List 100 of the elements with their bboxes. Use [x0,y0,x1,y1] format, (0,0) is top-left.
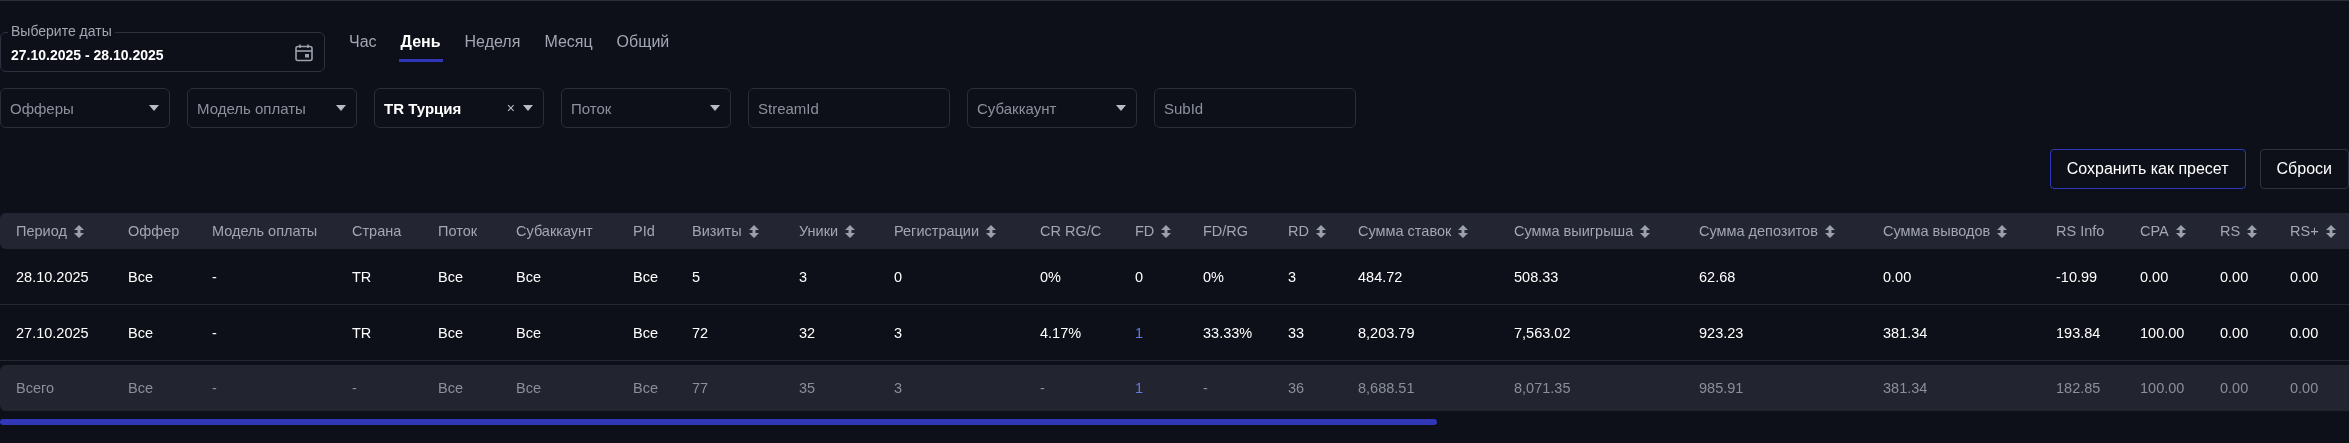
period-tab[interactable]: Час [347,28,379,62]
table-cell: 0.00 [2274,249,2349,305]
column-header[interactable]: RD [1272,213,1342,249]
table-cell: Все [422,305,500,361]
table-cell: 508.33 [1498,249,1683,305]
column-header[interactable]: Сумма депозитов [1683,213,1867,249]
table-cell: 193.84 [2040,305,2124,361]
table-cell: - [1024,365,1119,411]
table-cell: - [196,249,336,305]
column-header[interactable]: Визиты [676,213,783,249]
table-cell: 923.23 [1683,305,1867,361]
save-preset-button[interactable]: Сохранить как пресет [2049,149,2246,189]
caret-icon [336,105,346,111]
sort-icon [2325,224,2336,238]
period-tab[interactable]: День [398,28,443,62]
period-tab[interactable]: Месяц [542,28,595,62]
column-header[interactable]: Регистрации [878,213,1024,249]
sort-icon [2247,224,2258,238]
date-field-label: Выберите даты [8,23,115,39]
table-cell: 182.85 [2040,365,2124,411]
table-cell: 3 [878,365,1024,411]
table-cell: 36 [1272,365,1342,411]
column-header[interactable]: Сумма ставок [1342,213,1498,249]
filter-select[interactable]: Субаккаунт [967,88,1137,128]
column-header: Поток [422,213,500,249]
column-header[interactable]: Сумма выигрыша [1498,213,1683,249]
table-cell: 381.34 [1867,365,2040,411]
table-cell: 27.10.2025 [0,305,112,361]
column-header[interactable]: RS+ [2274,213,2349,249]
caret-icon [710,105,720,111]
calendar-icon [294,43,314,63]
column-header[interactable]: Сумма выводов [1867,213,2040,249]
table-cell: - [1187,365,1272,411]
table-cell: 33.33% [1187,305,1272,361]
table-cell: 985.91 [1683,365,1867,411]
table-cell: 8,203.79 [1342,305,1498,361]
table-cell: 381.34 [1867,305,2040,361]
table-cell: 35 [783,365,878,411]
column-header: FD/RG [1187,213,1272,249]
column-header: Оффер [112,213,196,249]
table-cell: 3 [783,249,878,305]
caret-icon [1116,105,1126,111]
table-cell: Все [112,305,196,361]
table-cell: Все [112,365,196,411]
table-cell: 1 [1119,365,1187,411]
table-cell: 100.00 [2124,305,2204,361]
table-cell: 3 [1272,249,1342,305]
table-cell: 77 [676,365,783,411]
table-cell: Всего [0,365,112,411]
filter-select[interactable]: Модель оплаты [187,88,357,128]
caret-icon [149,105,159,111]
sort-icon [1458,224,1469,238]
column-header[interactable]: Уники [783,213,878,249]
sort-icon [845,224,856,238]
table-cell: 0.00 [2204,365,2274,411]
sort-icon [1640,224,1651,238]
filter-select[interactable]: Офферы [0,88,170,128]
filter-select[interactable]: Поток [561,88,731,128]
period-tab[interactable]: Неделя [462,28,523,62]
table-cell: Все [500,305,617,361]
column-header[interactable]: CPA [2124,213,2204,249]
reset-button[interactable]: Сброси [2259,149,2349,189]
table-cell: -10.99 [2040,249,2124,305]
table-cell: TR [336,249,422,305]
table-cell: 0.00 [2274,365,2349,411]
table-cell: TR [336,305,422,361]
period-tab[interactable]: Общий [614,28,672,62]
table-cell: 5 [676,249,783,305]
column-header[interactable]: Период [0,213,112,249]
filter-input[interactable]: SubId [1154,88,1356,128]
table-cell: 72 [676,305,783,361]
table-cell: 8,071.35 [1498,365,1683,411]
table-cell: 100.00 [2124,365,2204,411]
sort-icon [1161,224,1172,238]
table-cell: - [196,305,336,361]
column-header[interactable]: RS [2204,213,2274,249]
table-cell: 8,688.51 [1342,365,1498,411]
column-header: PId [617,213,676,249]
sort-icon [986,224,996,238]
clear-icon[interactable]: × [506,100,515,116]
table-cell: 3 [878,305,1024,361]
sort-icon [1824,224,1835,238]
filter-input[interactable]: StreamId [748,88,950,128]
table-cell: 7,563.02 [1498,305,1683,361]
table-cell: 0.00 [2204,249,2274,305]
table-cell: 33 [1272,305,1342,361]
column-header[interactable]: FD [1119,213,1187,249]
table-cell: 0 [878,249,1024,305]
table-cell: 0 [1119,249,1187,305]
filter-select[interactable]: TR Турция × [374,88,544,128]
caret-icon [523,105,533,111]
table-cell: Все [617,249,676,305]
table-cell: Все [112,249,196,305]
table-cell: 1 [1119,305,1187,361]
table-cell: Все [422,365,500,411]
table-cell: Все [500,365,617,411]
scrollbar-thumb[interactable] [0,419,1437,425]
sort-icon [1997,224,2008,238]
table-cell: 0% [1187,249,1272,305]
table-cell: Все [617,305,676,361]
